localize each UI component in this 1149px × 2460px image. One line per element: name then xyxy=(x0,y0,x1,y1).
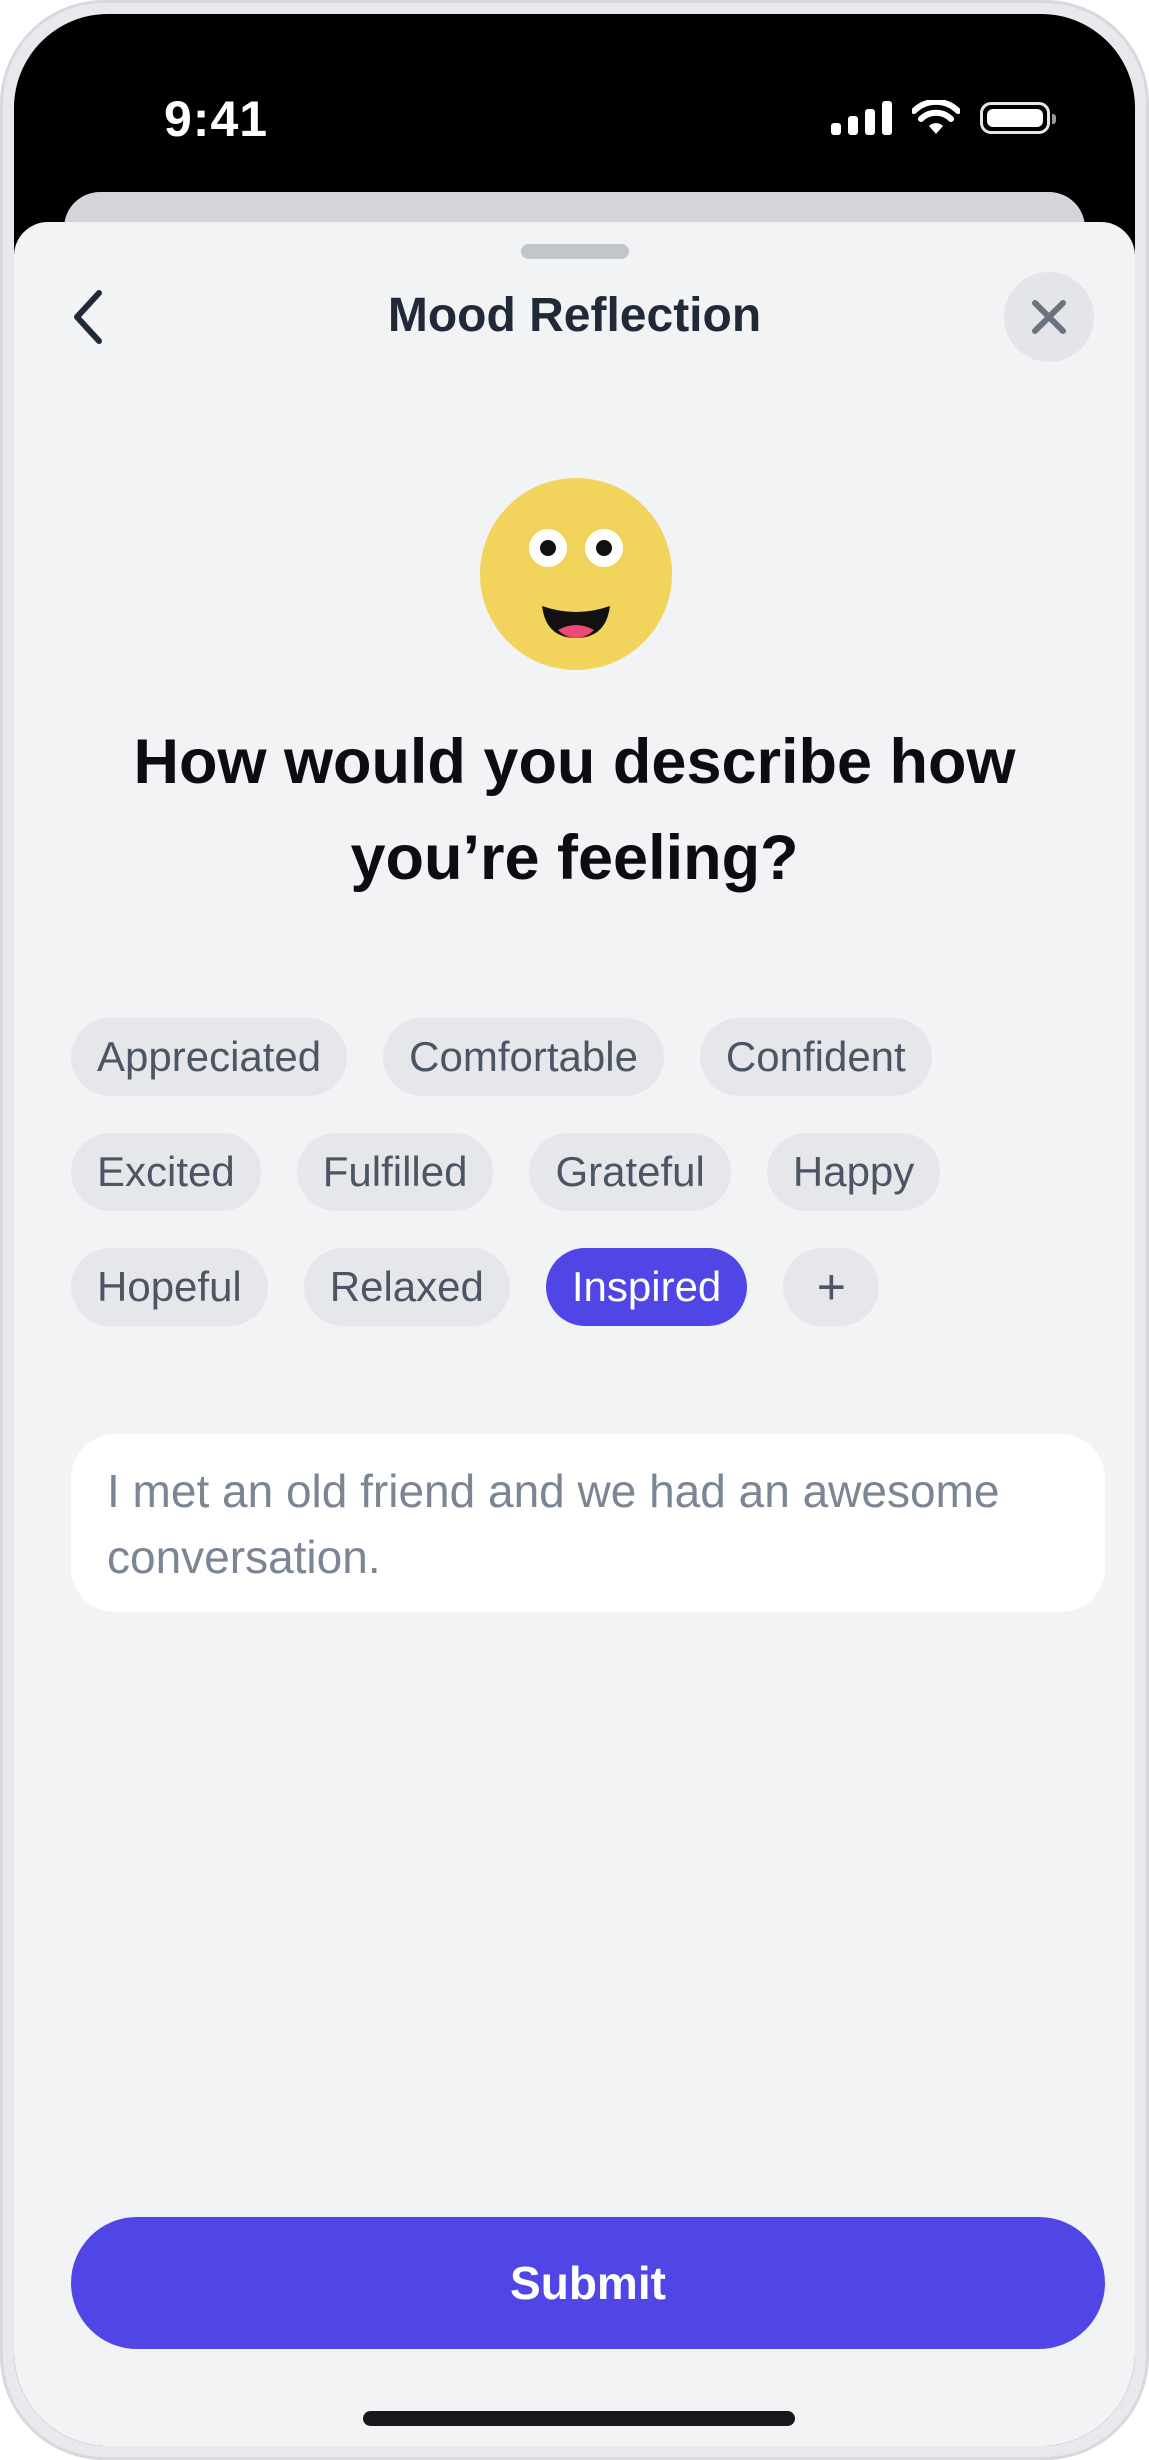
home-indicator[interactable] xyxy=(363,2411,795,2426)
chip-excited[interactable]: Excited xyxy=(71,1133,261,1211)
smiling-face-icon xyxy=(480,478,672,670)
wifi-icon xyxy=(912,100,960,134)
mood-question: How would you describe how you’re feelin… xyxy=(133,727,1016,893)
chip-comfortable[interactable]: Comfortable xyxy=(383,1018,664,1096)
close-icon xyxy=(1032,300,1066,334)
chip-inspired[interactable]: Inspired xyxy=(545,1248,748,1326)
status-icons xyxy=(831,100,1056,136)
chip-relaxed[interactable]: Relaxed xyxy=(303,1248,510,1326)
reflection-note-input[interactable]: I met an old friend and we had an awesom… xyxy=(71,1434,1105,1612)
chip-row: Appreciated Comfortable Confident xyxy=(71,1018,1081,1096)
cellular-signal-icon xyxy=(831,101,892,135)
submit-button[interactable]: Submit xyxy=(71,2217,1105,2349)
chip-row: Hopeful Relaxed Inspired + xyxy=(71,1248,1081,1326)
chip-fulfilled[interactable]: Fulfilled xyxy=(296,1133,494,1211)
chip-grateful[interactable]: Grateful xyxy=(529,1133,731,1211)
add-feeling-button[interactable]: + xyxy=(783,1248,880,1326)
chip-row: Excited Fulfilled Grateful Happy xyxy=(71,1133,1081,1211)
sheet-grabber[interactable] xyxy=(521,244,629,259)
chip-hopeful[interactable]: Hopeful xyxy=(71,1248,268,1326)
page-title: Mood Reflection xyxy=(387,289,762,342)
status-time: 9:41 xyxy=(164,91,269,147)
close-button[interactable] xyxy=(1004,272,1094,362)
chip-happy[interactable]: Happy xyxy=(766,1133,941,1211)
mood-reflection-sheet: Mood Reflection How would you describe h… xyxy=(14,222,1135,2446)
feeling-chips: Appreciated Comfortable Confident Excite… xyxy=(71,1018,1081,1363)
chip-confident[interactable]: Confident xyxy=(699,1018,932,1096)
battery-icon xyxy=(980,102,1056,134)
screen: 9:41 Mood Reflection How would you descr… xyxy=(14,14,1135,2446)
chip-appreciated[interactable]: Appreciated xyxy=(71,1018,348,1096)
phone-frame: 9:41 Mood Reflection How would you descr… xyxy=(0,0,1149,2460)
